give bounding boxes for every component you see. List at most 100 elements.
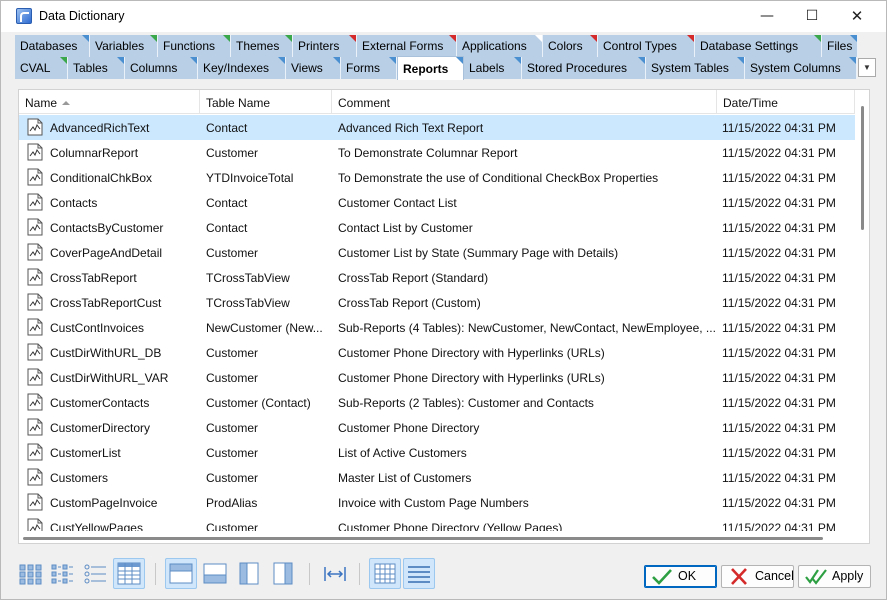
tab-key-indexes[interactable]: Key/Indexes xyxy=(198,57,286,79)
grid-lines-icon xyxy=(374,563,396,584)
tab-columns[interactable]: Columns xyxy=(125,57,198,79)
grid-lines-toggle-button[interactable] xyxy=(369,558,401,589)
maximize-button[interactable]: ☐ xyxy=(789,1,835,32)
cell-comment: Customer Phone Directory with Hyperlinks… xyxy=(338,346,605,360)
tab-status-corner-icon xyxy=(223,35,230,42)
vertical-scroll-thumb[interactable] xyxy=(861,106,864,230)
autosize-columns-button[interactable] xyxy=(319,558,351,589)
column-header-comment-label: Comment xyxy=(338,96,391,110)
tab-tables[interactable]: Tables xyxy=(68,57,125,79)
ok-button[interactable]: OK xyxy=(644,565,717,588)
cancel-label: Cancel xyxy=(755,569,794,583)
cell-name: Contacts xyxy=(50,196,98,210)
table-row[interactable]: CustomerList Customer List of Active Custo… xyxy=(19,440,855,465)
report-icon xyxy=(27,293,43,311)
tab-variables[interactable]: Variables xyxy=(90,35,158,57)
list-view-button[interactable] xyxy=(79,558,111,589)
tab-themes[interactable]: Themes xyxy=(231,35,293,57)
tab-reports[interactable]: Reports xyxy=(397,56,464,80)
cell-date: 11/15/2022 04:31 PM xyxy=(722,296,836,310)
cell-name: Customers xyxy=(50,471,109,485)
tab-databases[interactable]: Databases xyxy=(15,35,90,57)
table-row[interactable]: AdvancedRichText Contact Advanced Rich Tex… xyxy=(19,115,855,140)
details-view-button[interactable] xyxy=(113,558,145,589)
layout-left-icon xyxy=(239,562,259,585)
tab-status-corner-icon xyxy=(535,35,542,42)
cell-name: CustDirWithURL_VAR xyxy=(50,371,169,385)
table-row[interactable]: CustomPageInvoice ProdAlias Invoice with C… xyxy=(19,490,855,515)
close-button[interactable]: ✕ xyxy=(834,1,880,32)
table-row[interactable]: CustomerDirectory Customer Customer Phone … xyxy=(19,415,855,440)
tab-status-corner-icon xyxy=(449,35,456,42)
cell-name: CustomerList xyxy=(50,446,121,460)
table-row[interactable]: CrossTabReportCust TCrossTabView CrossTab … xyxy=(19,290,855,315)
column-header-table-name[interactable]: Table Name xyxy=(200,90,332,114)
layout-top-button[interactable] xyxy=(165,558,197,589)
tab-label: CVAL xyxy=(20,61,51,75)
tab-system-columns[interactable]: System Columns xyxy=(745,57,857,79)
cell-name: CustomPageInvoice xyxy=(50,496,158,510)
cell-table: Customer xyxy=(206,446,259,460)
cell-date: 11/15/2022 04:31 PM xyxy=(722,496,836,510)
cell-date: 11/15/2022 04:31 PM xyxy=(722,346,836,360)
table-row[interactable]: Contacts Contact Customer Contact List 11/1… xyxy=(19,190,855,215)
tab-overflow-dropdown[interactable]: ▼ xyxy=(858,58,876,77)
layout-bottom-icon xyxy=(203,563,227,584)
tab-views[interactable]: Views xyxy=(286,57,341,79)
tab-functions[interactable]: Functions xyxy=(158,35,231,57)
tab-control-types[interactable]: Control Types xyxy=(598,35,695,57)
tab-status-corner-icon xyxy=(285,35,292,42)
layout-top-icon xyxy=(169,563,193,584)
tab-label: Forms xyxy=(346,61,380,75)
minimize-button[interactable]: — xyxy=(744,1,790,32)
tab-printers[interactable]: Printers xyxy=(293,35,357,57)
vertical-scrollbar[interactable] xyxy=(855,90,869,531)
tab-status-corner-icon xyxy=(82,35,89,42)
column-header-name[interactable]: Name xyxy=(19,90,200,114)
table-row[interactable]: ConditionalChkBox YTDInvoiceTotal To Demon… xyxy=(19,165,855,190)
table-row[interactable]: CrossTabReport TCrossTabView CrossTab Repo… xyxy=(19,265,855,290)
column-header-date-time[interactable]: Date/Time xyxy=(717,90,855,114)
tab-colors[interactable]: Colors xyxy=(543,35,598,57)
table-row[interactable]: CustDirWithURL_VAR Customer Customer Phone… xyxy=(19,365,855,390)
layout-bottom-button[interactable] xyxy=(199,558,231,589)
table-row[interactable]: CustomerContacts Customer (Contact) Sub-Re… xyxy=(19,390,855,415)
tab-system-tables[interactable]: System Tables xyxy=(646,57,745,79)
view-toolbar xyxy=(15,558,455,590)
small-icons-icon xyxy=(51,564,73,584)
cell-table: Contact xyxy=(206,121,248,135)
tab-database-settings[interactable]: Database Settings xyxy=(695,35,822,57)
layout-left-button[interactable] xyxy=(233,558,265,589)
horizontal-scroll-thumb[interactable] xyxy=(23,537,823,540)
table-row[interactable]: CoverPageAndDetail Customer Customer List … xyxy=(19,240,855,265)
horizontal-scrollbar[interactable] xyxy=(19,531,855,543)
row-lines-toggle-button[interactable] xyxy=(403,558,435,589)
apply-button[interactable]: Apply xyxy=(798,565,871,588)
cell-name: ConditionalChkBox xyxy=(50,171,153,185)
list-body: AdvancedRichText Contact Advanced Rich Tex… xyxy=(19,115,855,533)
table-row[interactable]: ContactsByCustomer Contact Contact List by… xyxy=(19,215,855,240)
column-header-date-label: Date/Time xyxy=(723,96,778,110)
table-row[interactable]: CustDirWithURL_DB Customer Customer Phone … xyxy=(19,340,855,365)
table-row[interactable]: CustContInvoices NewCustomer (New... Sub-R… xyxy=(19,315,855,340)
tab-applications[interactable]: Applications xyxy=(457,35,543,57)
tab-external-forms[interactable]: External Forms xyxy=(357,35,457,57)
tab-label: System Tables xyxy=(651,61,729,75)
small-icons-view-button[interactable] xyxy=(47,558,79,589)
layout-right-button[interactable] xyxy=(267,558,299,589)
table-row[interactable]: ColumnarReport Customer To Demonstrate Col… xyxy=(19,140,855,165)
table-row[interactable]: Customers Customer Master List of Customer… xyxy=(19,465,855,490)
column-header-comment[interactable]: Comment xyxy=(332,90,717,114)
large-icons-view-button[interactable] xyxy=(15,558,47,589)
tab-forms[interactable]: Forms xyxy=(341,57,397,79)
tab-labels[interactable]: Labels xyxy=(464,57,522,79)
cell-date: 11/15/2022 04:31 PM xyxy=(722,121,836,135)
cell-table: Customer xyxy=(206,421,259,435)
tab-cval[interactable]: CVAL xyxy=(15,57,68,79)
cancel-button[interactable]: Cancel xyxy=(721,565,794,588)
tab-stored-procedures[interactable]: Stored Procedures xyxy=(522,57,646,79)
tab-status-corner-icon xyxy=(849,57,856,64)
cell-name: CrossTabReport xyxy=(50,271,137,285)
app-icon xyxy=(16,8,32,24)
tab-files[interactable]: Files xyxy=(822,35,858,57)
